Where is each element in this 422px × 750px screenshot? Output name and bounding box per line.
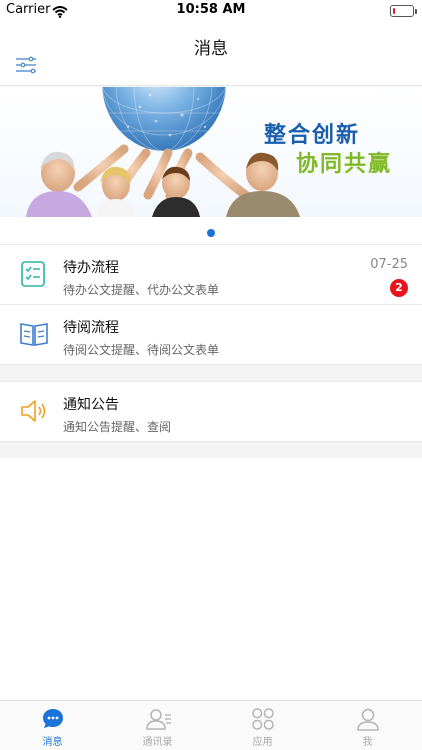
tab-me[interactable]: 我 [315, 701, 420, 750]
item-title: 待办流程 [63, 260, 119, 276]
section-separator [0, 365, 422, 381]
status-time: 10:58 AM [176, 2, 246, 17]
item-title: 通知公告 [63, 397, 119, 413]
list-item-notice[interactable]: 通知公告 通知公告提醒、查阅 [0, 382, 422, 442]
notice-list: 通知公告 通知公告提醒、查阅 [0, 381, 422, 442]
contacts-icon [146, 709, 171, 730]
battery-level [393, 8, 395, 14]
unread-badge: 2 [390, 279, 408, 297]
item-title: 待阅流程 [63, 320, 119, 336]
item-subtitle: 待阅公文提醒、待阅公文表单 [63, 343, 220, 357]
tab-apps[interactable]: 应用 [210, 701, 315, 750]
list-item-toread[interactable]: 待阅流程 待阅公文提醒、待阅公文表单 [0, 305, 422, 365]
chat-bubble-icon [43, 709, 63, 728]
item-date: 07-25 [370, 257, 408, 272]
checklist-icon [18, 259, 48, 289]
banner-subheadline: 协同共赢 [296, 152, 393, 177]
section-separator [0, 442, 422, 458]
filter-sliders-icon[interactable] [14, 56, 40, 74]
page-indicator [0, 222, 422, 237]
item-subtitle: 通知公告提醒、查阅 [63, 420, 172, 434]
page-title: 消息 [194, 39, 228, 59]
speaker-icon [18, 396, 48, 426]
tab-label: 我 [362, 737, 373, 748]
tab-messages[interactable]: 消息 [0, 701, 105, 750]
page-dot-active[interactable] [207, 229, 215, 237]
list-item-todo[interactable]: 待办流程 待办公文提醒、代办公文表单 07-25 2 [0, 245, 422, 305]
person-icon [357, 708, 379, 731]
navigation-bar: 消息 [0, 22, 422, 86]
battery-icon [390, 5, 414, 17]
tab-label: 通讯录 [142, 737, 173, 748]
tab-bar: 消息 通讯录 应用 我 [0, 700, 422, 750]
apps-grid-icon [252, 708, 274, 730]
item-subtitle: 待办公文提醒、代办公文表单 [63, 283, 220, 297]
promo-banner[interactable]: 整合创新 协同共赢 [0, 87, 422, 217]
status-bar: Carrier 10:58 AM [0, 0, 422, 22]
message-list: 待办流程 待办公文提醒、代办公文表单 07-25 2 待阅流程 待阅公文提醒、待… [0, 244, 422, 365]
battery-tip [415, 9, 417, 14]
open-book-icon [18, 319, 48, 349]
tab-contacts[interactable]: 通讯录 [105, 701, 210, 750]
tab-label: 应用 [252, 737, 273, 748]
tab-label: 消息 [42, 737, 63, 748]
banner-headline: 整合创新 [264, 123, 361, 148]
